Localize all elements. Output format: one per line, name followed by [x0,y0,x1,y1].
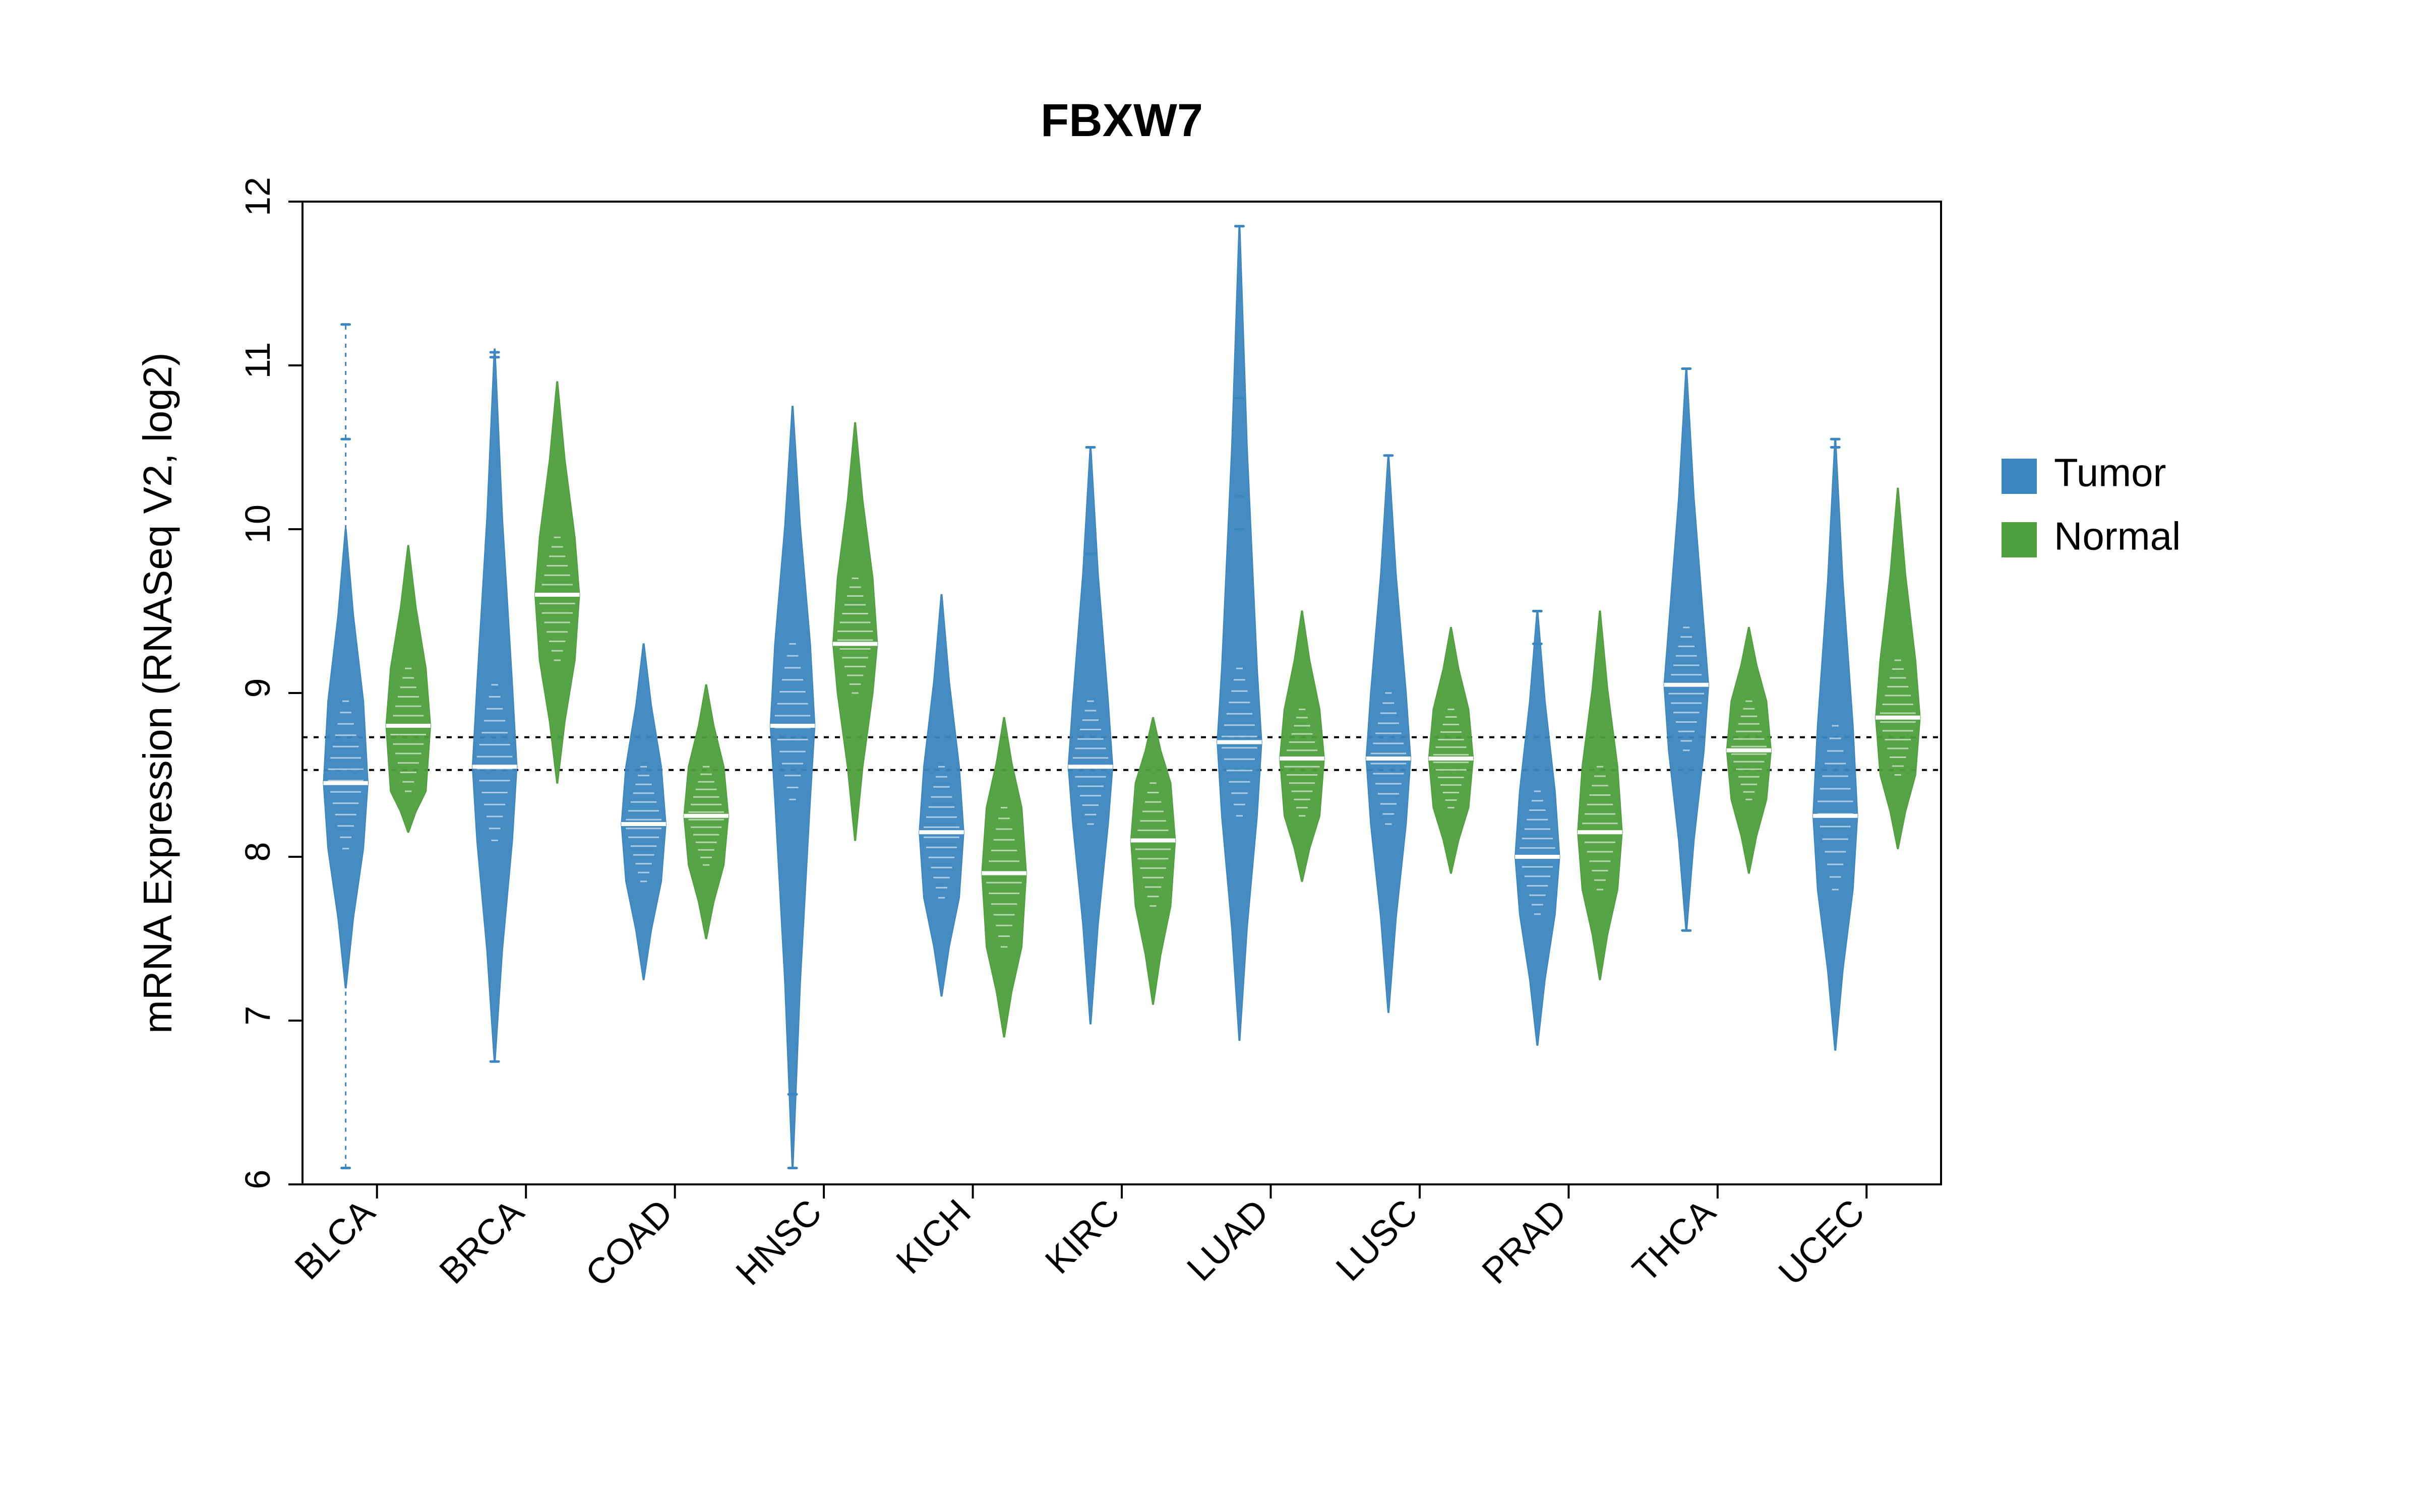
violin-body [1217,226,1262,1040]
y-tick-label: 11 [238,342,277,379]
violin-body [1515,611,1560,1045]
y-tick-label: 7 [238,1006,277,1026]
legend-item-normal: Normal [2054,514,2181,558]
x-tick-label: KIRC [1038,1192,1127,1282]
violin-body [1813,439,1858,1050]
x-tick-label: PRAD [1475,1192,1575,1292]
x-tick-label: LUSC [1328,1192,1425,1289]
y-tick-label: 12 [238,177,277,216]
legend-item-tumor: Tumor [2054,451,2166,495]
violin-body [535,382,580,783]
y-tick-label: 10 [238,505,277,544]
chart-container: FBXW7 6 7 8 9 10 11 12 mRNA Expression (RNASeq V… [0,0,2420,1512]
x-tick-label: COAD [578,1192,681,1295]
x-tick-label: LUAD [1179,1192,1276,1289]
violin-body [1429,627,1474,873]
violin-body [1280,611,1324,881]
legend-swatch [2002,459,2037,494]
chart-svg: FBXW7 6 7 8 9 10 11 12 mRNA Expression (RNASeq V… [0,0,2420,1512]
x-tick-label: KICH [889,1192,979,1282]
y-tick-label: 8 [238,842,277,862]
violin-body [472,349,517,1062]
x-tick-label: BRCA [432,1192,531,1292]
x-tick-label: HNSC [729,1192,830,1293]
y-tick-label: 6 [238,1170,277,1189]
y-tick-label: 9 [238,678,277,698]
x-tick-label: UCEC [1771,1192,1872,1293]
x-tick-label: THCA [1625,1192,1723,1290]
violin-body [621,644,666,980]
violin-body [982,718,1026,1037]
violin-body [1131,718,1176,1004]
legend-swatch [2002,522,2037,557]
chart-title: FBXW7 [1041,95,1203,146]
violin-body [1664,369,1709,931]
x-tick-label: BLCA [287,1192,383,1288]
violin-body [919,595,964,996]
violin-body [1068,448,1113,1024]
violin-body [386,546,431,833]
y-axis-label: mRNA Expression (RNASeq V2, log2) [135,352,180,1034]
